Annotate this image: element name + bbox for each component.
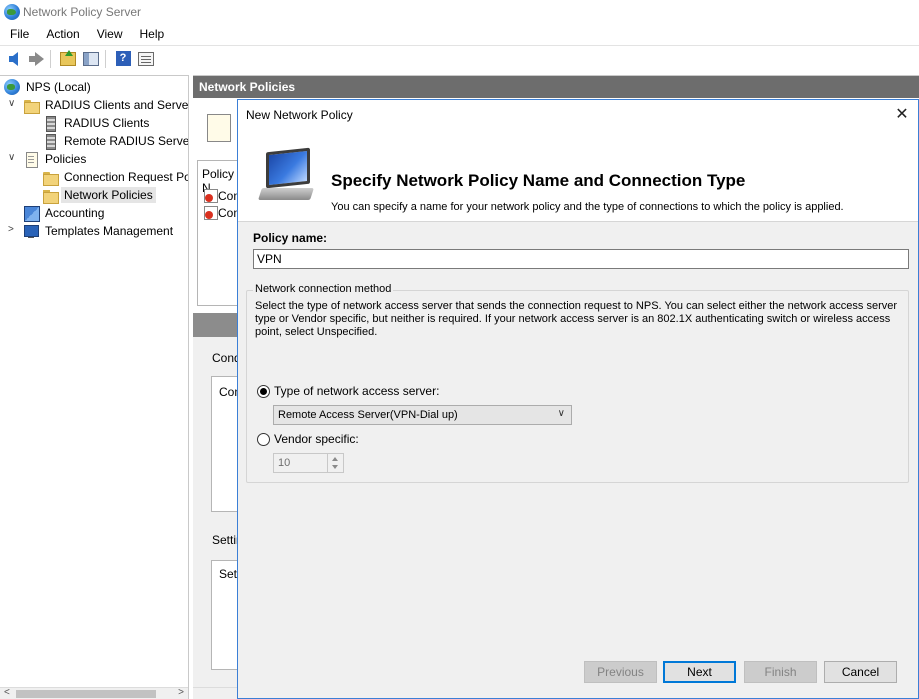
dialog-subheading: You can specify a name for your network … xyxy=(331,201,844,213)
toolbar-separator xyxy=(50,49,51,68)
nas-type-radio[interactable]: Type of network access server: xyxy=(257,384,439,398)
tree-item-label: RADIUS Clients xyxy=(64,116,150,130)
accounting-icon xyxy=(23,205,40,222)
dialog-titlebar: New Network Policy ✕ xyxy=(238,100,918,130)
scroll-left-icon[interactable]: < xyxy=(4,687,10,698)
tree-item-nps-local[interactable]: NPS (Local) xyxy=(4,78,94,96)
chevron-down-icon[interactable]: ∨ xyxy=(558,408,565,419)
toolbar: ? xyxy=(0,45,919,71)
stepper-buttons[interactable] xyxy=(327,454,343,472)
cancel-button[interactable]: Cancel xyxy=(824,661,897,683)
folder-icon xyxy=(42,187,59,204)
group-description: Select the type of network access server… xyxy=(255,300,898,338)
policy-disabled-icon xyxy=(204,206,218,220)
nas-type-select[interactable]: Remote Access Server(VPN-Dial up) ∨ xyxy=(273,405,572,425)
tree-item-label: Network Policies xyxy=(61,187,156,203)
network-policies-icon xyxy=(207,114,231,142)
tree-item-radius-clients-and-servers[interactable]: RADIUS Clients and Servers xyxy=(23,96,189,114)
folder-icon xyxy=(23,97,40,114)
previous-button[interactable]: Previous xyxy=(584,661,657,683)
dialog-heading: Specify Network Policy Name and Connecti… xyxy=(331,171,746,190)
next-button-label: Next xyxy=(687,665,712,679)
scroll-right-icon[interactable]: > xyxy=(178,687,184,698)
server-icon xyxy=(42,115,58,132)
dialog-header: Specify Network Policy Name and Connecti… xyxy=(238,130,918,222)
folder-icon xyxy=(42,169,59,186)
details-pane-header: Network Policies xyxy=(193,76,919,98)
tree-item-label: Accounting xyxy=(45,206,105,220)
tree-item-network-policies[interactable]: Network Policies xyxy=(42,186,156,204)
nps-app-icon xyxy=(4,4,20,20)
toolbar-separator xyxy=(105,49,106,68)
menu-action[interactable]: Action xyxy=(36,27,86,41)
back-arrow-icon xyxy=(8,51,18,66)
help-button[interactable]: ? xyxy=(113,49,133,69)
cancel-button-label: Cancel xyxy=(841,665,880,679)
menu-help[interactable]: Help xyxy=(130,27,172,41)
finish-button[interactable]: Finish xyxy=(744,661,817,683)
radio-checked-icon[interactable] xyxy=(257,384,270,398)
tree-item-templates-management[interactable]: Templates Management xyxy=(23,222,176,240)
tree-item-radius-clients[interactable]: RADIUS Clients xyxy=(42,114,152,132)
scrollbar-thumb[interactable] xyxy=(16,690,156,698)
radio-unchecked-icon[interactable] xyxy=(257,432,270,446)
forward-button[interactable] xyxy=(26,49,46,69)
tree-item-accounting[interactable]: Accounting xyxy=(23,204,107,222)
tree-item-connection-request-policies[interactable]: Connection Request Policies xyxy=(42,168,188,186)
menu-file[interactable]: File xyxy=(0,27,36,41)
policy-name-label: Policy name: xyxy=(253,231,328,245)
dialog-title: New Network Policy xyxy=(246,108,353,122)
window-titlebar: Network Policy Server xyxy=(0,0,919,24)
next-button[interactable]: Next xyxy=(663,661,736,683)
nas-type-label: Type of network access server: xyxy=(274,384,440,398)
show-hide-console-tree-icon xyxy=(83,51,99,66)
vendor-specific-radio[interactable]: Vendor specific: xyxy=(257,432,359,446)
tree-item-policies[interactable]: Policies xyxy=(23,150,89,168)
policy-list[interactable]: Policy N Con Con xyxy=(197,160,241,306)
tree-item-label: NPS (Local) xyxy=(26,80,91,94)
up-one-level-button[interactable] xyxy=(58,49,78,69)
document-icon xyxy=(23,151,39,168)
properties-icon xyxy=(138,51,154,66)
up-one-level-icon xyxy=(60,49,76,66)
stepper-up-icon[interactable] xyxy=(332,457,338,461)
help-icon: ? xyxy=(115,51,131,66)
show-hide-tree-button[interactable] xyxy=(81,49,101,69)
policy-details-header xyxy=(193,313,243,337)
tree-item-label: RADIUS Clients and Servers xyxy=(45,98,189,112)
tree-item-label: Remote RADIUS Server Groups xyxy=(64,134,189,148)
console-tree: NPS (Local) ∨ RADIUS Clients and Servers… xyxy=(0,75,189,699)
policy-disabled-icon xyxy=(204,189,218,203)
vendor-specific-stepper[interactable]: 10 xyxy=(273,453,344,473)
server-icon xyxy=(42,133,58,150)
vendor-specific-value: 10 xyxy=(278,457,291,469)
tree-item-label: Templates Management xyxy=(45,224,174,238)
monitor-icon xyxy=(254,146,318,206)
close-icon[interactable]: ✕ xyxy=(890,104,914,126)
chevron-right-icon[interactable]: > xyxy=(8,224,14,235)
menu-view[interactable]: View xyxy=(87,27,130,41)
group-legend: Network connection method xyxy=(253,283,394,295)
chevron-down-icon[interactable]: ∨ xyxy=(8,152,15,163)
nas-type-selected: Remote Access Server(VPN-Dial up) xyxy=(278,409,458,421)
finish-button-label: Finish xyxy=(764,665,797,679)
network-connection-method-group: Network connection method Select the typ… xyxy=(246,283,909,483)
properties-button[interactable] xyxy=(136,49,156,69)
vendor-specific-label: Vendor specific: xyxy=(274,432,359,446)
tree-item-label: Connection Request Policies xyxy=(64,170,188,184)
tree-horizontal-scrollbar[interactable]: < > xyxy=(0,687,188,699)
previous-button-label: Previous xyxy=(597,665,644,679)
menu-bar: File Action View Help xyxy=(0,24,919,44)
tree-item-label: Policies xyxy=(45,152,87,166)
new-network-policy-dialog: New Network Policy ✕ Specify Network Pol… xyxy=(237,99,919,699)
stepper-down-icon[interactable] xyxy=(332,465,338,469)
globe-icon xyxy=(4,79,20,95)
back-button[interactable] xyxy=(3,49,23,69)
details-horizontal-scrollbar[interactable] xyxy=(193,687,243,699)
monitor-icon xyxy=(23,223,39,239)
tree-item-remote-radius-server-groups[interactable]: Remote RADIUS Server Groups xyxy=(42,132,189,150)
policy-name-input[interactable] xyxy=(253,249,909,269)
window-title: Network Policy Server xyxy=(23,5,142,19)
chevron-down-icon[interactable]: ∨ xyxy=(8,98,15,109)
